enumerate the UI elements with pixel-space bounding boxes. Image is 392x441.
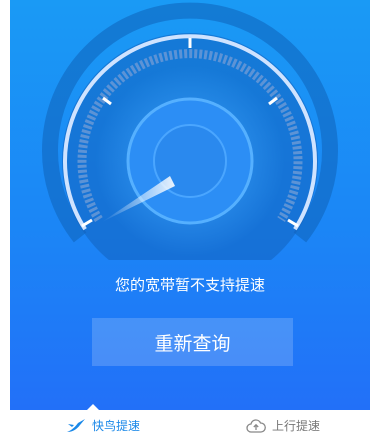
speed-gauge — [42, 2, 338, 260]
status-message: 您的宽带暂不支持提速 — [114, 276, 265, 294]
tab-upload-speedup-label: 上行提速 — [272, 419, 321, 433]
speedup-panel: 您的宽带暂不支持提速 重新查询 — [10, 0, 370, 410]
tab-upload-speedup[interactable]: 上行提速 — [246, 410, 320, 441]
bird-icon — [66, 418, 86, 434]
tab-fast-bird-label: 快鸟提速 — [92, 419, 141, 433]
bottom-tab-bar: 快鸟提速 上行提速 — [10, 410, 370, 441]
tab-fast-bird[interactable]: 快鸟提速 — [66, 410, 140, 441]
cloud-upload-icon — [246, 418, 266, 434]
requery-button[interactable]: 重新查询 — [92, 318, 293, 366]
